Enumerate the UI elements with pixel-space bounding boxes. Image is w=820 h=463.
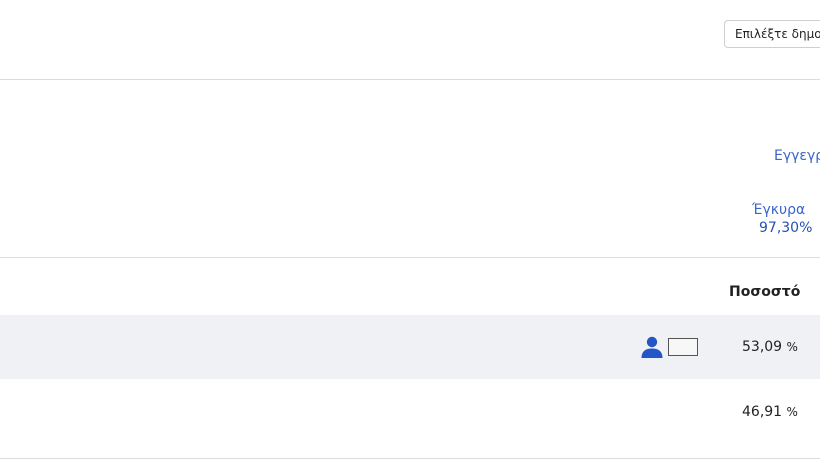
results-page: Επιλέξτε δημο Εγγεγρ Έγκυρα 97,30% Ποσοσ… — [0, 0, 820, 463]
divider — [0, 458, 820, 459]
percent-number: 53,09 — [742, 339, 783, 355]
percent-column-header: Ποσοστό — [729, 284, 801, 300]
percent-value: 53,09 % — [742, 339, 798, 355]
table-row[interactable]: 46,91 % — [0, 380, 820, 444]
valid-value: 97,30% — [759, 220, 813, 236]
municipality-select[interactable]: Επιλέξτε δημο — [724, 20, 820, 48]
percent-number: 46,91 — [742, 404, 783, 420]
blank-box[interactable] — [668, 338, 698, 356]
percent-unit: % — [786, 340, 798, 354]
divider — [0, 79, 820, 80]
percent-unit: % — [786, 405, 798, 419]
valid-label[interactable]: Έγκυρα — [752, 202, 820, 218]
divider — [0, 257, 820, 258]
table-row[interactable]: 53,09 % — [0, 315, 820, 379]
percent-value: 46,91 % — [742, 404, 798, 420]
valid-stat: Έγκυρα 97,30% — [752, 202, 820, 236]
registered-link[interactable]: Εγγεγρ — [774, 148, 820, 164]
person-icon[interactable] — [639, 334, 665, 360]
